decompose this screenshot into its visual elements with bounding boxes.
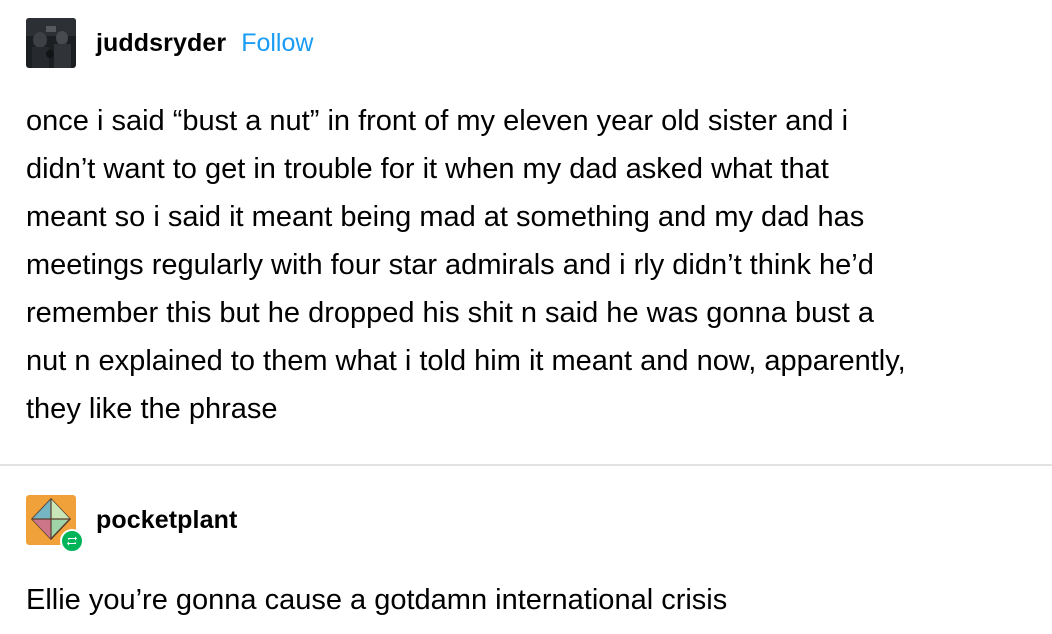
post-body-line: Ellie you’re gonna cause a gotdamn inter…	[26, 584, 728, 616]
post-body-line: once i said “bust a nut” in front of my …	[26, 105, 849, 137]
post-body-line: meetings regularly with four star admira…	[26, 249, 874, 281]
post-body-line: nut n explained to them what i told him …	[26, 345, 906, 377]
post-divider	[0, 464, 1052, 466]
post-header-2: pocketplant	[26, 495, 237, 553]
post-body-line: meant so i said it meant being mad at so…	[26, 201, 865, 233]
post-body-line: remember this but he dropped his shit n …	[26, 297, 874, 329]
post-header-1: juddsryder Follow	[26, 18, 313, 68]
post-body-2: Ellie you’re gonna cause a gotdamn inter…	[26, 576, 1036, 624]
dark-photo-avatar-icon	[26, 18, 76, 68]
username-juddsryder[interactable]: juddsryder	[96, 29, 226, 58]
username-pocketplant[interactable]: pocketplant	[96, 506, 237, 535]
avatar-juddsryder[interactable]	[26, 18, 76, 68]
reblog-icon	[60, 529, 84, 553]
post-body-line: they like the phrase	[26, 393, 278, 425]
avatar-pocketplant[interactable]	[26, 495, 84, 553]
post-body-line: didn’t want to get in trouble for it whe…	[26, 153, 829, 185]
follow-button[interactable]: Follow	[241, 29, 313, 58]
post-body-1: once i said “bust a nut” in front of my …	[26, 97, 1036, 433]
